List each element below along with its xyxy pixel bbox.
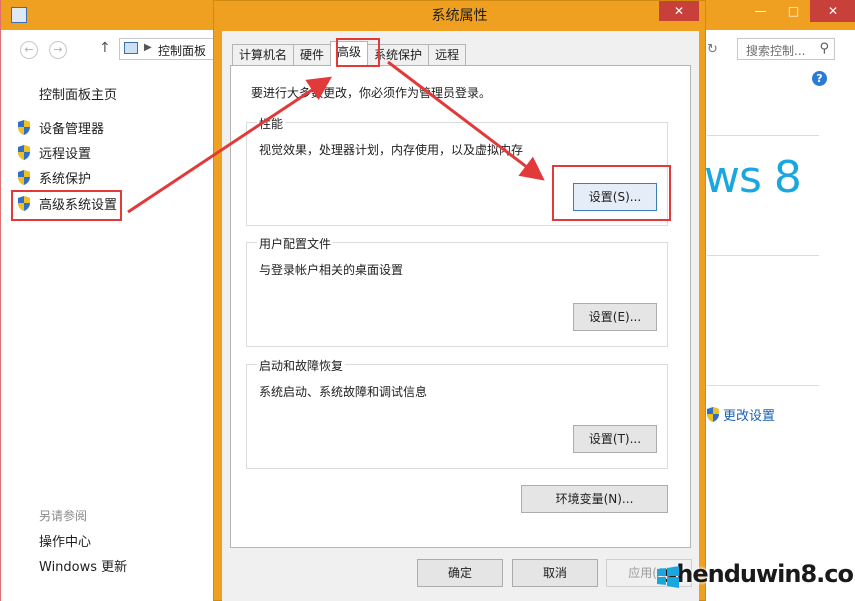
change-settings-label: 更改设置 [723, 409, 776, 424]
search-placeholder: 搜索控制... [746, 44, 806, 58]
startup-recovery-settings-button[interactable]: 设置(T)... [573, 425, 657, 453]
user-profiles-settings-button[interactable]: 设置(E)... [573, 303, 657, 331]
highlight-box-advanced-settings [11, 190, 122, 221]
computer-icon [124, 42, 138, 54]
sidebar-item-system-protection[interactable]: 系统保护 [16, 168, 91, 187]
windows-8-logo-text: ws 8 [704, 152, 802, 203]
performance-desc: 视觉效果，处理器计划，内存使用，以及虚拟内存 [259, 143, 524, 157]
shield-icon [16, 169, 32, 186]
search-icon[interactable]: ⚲ [819, 41, 829, 56]
chevron-right-icon: ▶ [144, 42, 152, 53]
highlight-box-performance-button [552, 165, 671, 221]
dialog-body: 计算机名 硬件 高级 系统保护 远程 要进行大多数更改，你必须作为管理员登录。 … [222, 31, 699, 601]
startup-recovery-desc: 系统启动、系统故障和调试信息 [259, 385, 428, 399]
system-properties-dialog: 系统属性 ✕ 计算机名 硬件 高级 系统保护 远程 要进行大多数更改，你必须作为… [213, 0, 706, 601]
cancel-button[interactable]: 取消 [512, 559, 598, 587]
sidebar: 控制面板主页 设备管理器 远程设置 系统保护 高级系统设置 另请参阅 操作中心 … [1, 68, 213, 601]
divider [707, 135, 819, 136]
search-input[interactable]: 搜索控制... ⚲ [737, 38, 835, 60]
user-profiles-desc: 与登录帐户相关的桌面设置 [259, 263, 404, 277]
sidebar-item-label: 系统保护 [39, 172, 92, 187]
minimize-button[interactable]: — [744, 0, 777, 22]
up-button[interactable]: ↑ [99, 40, 111, 56]
performance-group-title: 性能 [257, 115, 286, 132]
forward-button[interactable]: → [49, 41, 67, 59]
sidebar-item-label: 远程设置 [39, 147, 92, 162]
close-button[interactable]: ✕ [810, 0, 855, 22]
divider [707, 385, 819, 386]
advanced-tab-panel: 要进行大多数更改，你必须作为管理员登录。 性能 视觉效果，处理器计划，内存使用，… [230, 65, 691, 548]
ok-button[interactable]: 确定 [417, 559, 503, 587]
change-settings-link[interactable]: 更改设置 [705, 405, 775, 424]
shield-icon [16, 119, 32, 136]
tab-remote[interactable]: 远程 [428, 44, 467, 66]
admin-note: 要进行大多数更改，你必须作为管理员登录。 [251, 86, 492, 100]
help-icon[interactable]: ? [812, 71, 827, 86]
startup-recovery-group: 启动和故障恢复 系统启动、系统故障和调试信息 设置(T)... [246, 357, 668, 469]
watermark: shenduwin8.com [657, 560, 855, 588]
startup-recovery-group-title: 启动和故障恢复 [257, 357, 346, 374]
shield-icon [16, 144, 32, 161]
shield-icon [705, 406, 721, 423]
system-icon [11, 7, 27, 23]
action-center-link[interactable]: 操作中心 [39, 531, 91, 550]
highlight-box-advanced-tab [336, 38, 380, 67]
dialog-close-button[interactable]: ✕ [659, 1, 699, 21]
maximize-button[interactable]: □ [777, 0, 810, 22]
user-profiles-group-title: 用户配置文件 [257, 235, 334, 252]
tab-computer-name[interactable]: 计算机名 [232, 44, 295, 66]
dialog-title: 系统属性 [431, 8, 488, 24]
refresh-icon[interactable]: ↻ [707, 42, 718, 57]
sidebar-item-device-manager[interactable]: 设备管理器 [16, 118, 104, 137]
address-bar[interactable]: ▶ 控制面板 [119, 38, 219, 60]
windows-logo-icon [657, 566, 679, 588]
watermark-text: shenduwin8.com [663, 560, 855, 588]
windows-update-link[interactable]: Windows 更新 [39, 556, 127, 575]
divider [707, 255, 819, 256]
breadcrumb[interactable]: 控制面板 [158, 42, 206, 59]
dialog-button-bar: 确定 取消 应用(A) [222, 548, 699, 601]
sidebar-item-remote-settings[interactable]: 远程设置 [16, 143, 91, 162]
back-button[interactable]: ← [20, 41, 38, 59]
tab-hardware[interactable]: 硬件 [293, 44, 332, 66]
environment-variables-button[interactable]: 环境变量(N)... [521, 485, 668, 513]
user-profiles-group: 用户配置文件 与登录帐户相关的桌面设置 设置(E)... [246, 235, 668, 347]
sidebar-home-link[interactable]: 控制面板主页 [39, 84, 117, 103]
sidebar-item-label: 设备管理器 [39, 122, 105, 137]
see-also-heading: 另请参阅 [39, 509, 88, 523]
